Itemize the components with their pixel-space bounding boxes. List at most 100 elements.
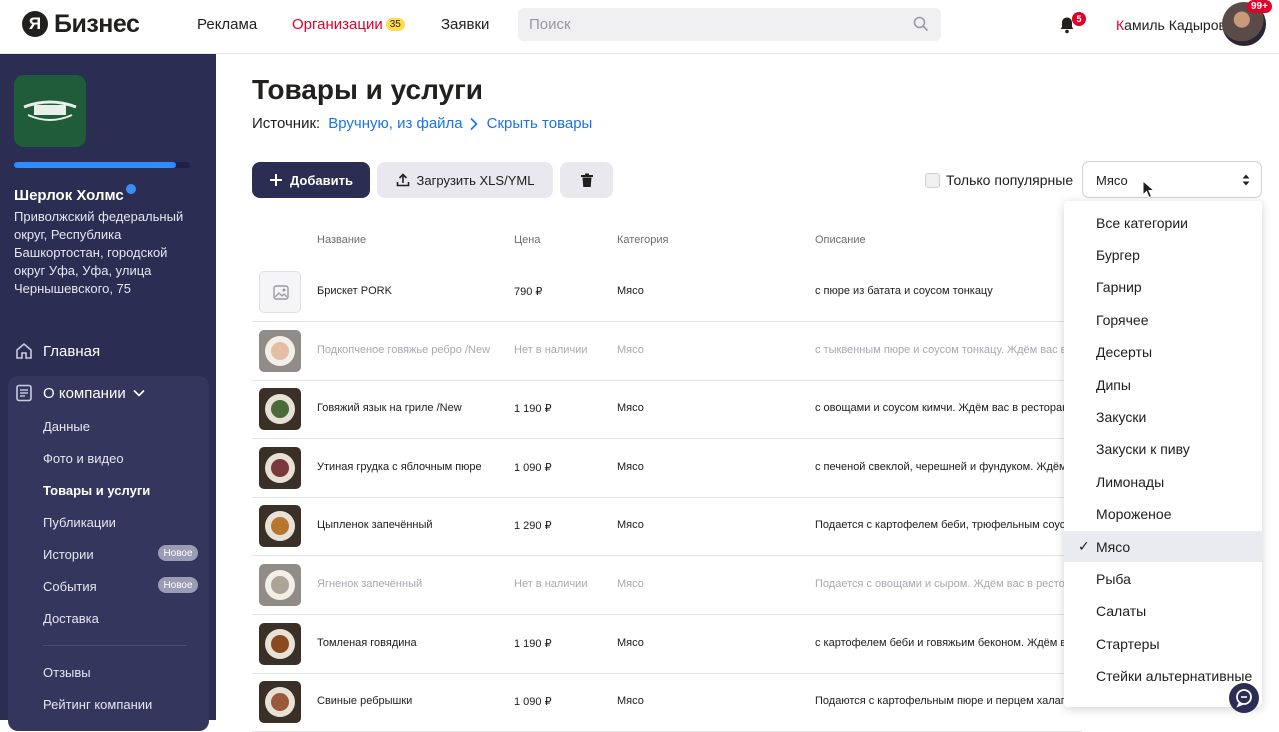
source-link[interactable]: Вручную, из файла (328, 115, 462, 132)
search-placeholder: Поиск (529, 16, 571, 33)
product-thumbnail[interactable] (259, 329, 301, 372)
dropdown-option[interactable]: Мороженое (1064, 499, 1262, 530)
dropdown-option[interactable]: Лимонады (1064, 466, 1262, 497)
table-row[interactable]: Утиная грудка с яблочным пюре 1 090 ₽ Мясо… (252, 439, 1082, 498)
image-placeholder-icon (273, 285, 289, 300)
sidebar-item-goods-services[interactable]: Товары и услуги (43, 483, 150, 498)
sidebar-item-stories[interactable]: Истории (43, 547, 94, 562)
product-thumbnail[interactable] (259, 388, 301, 431)
dropdown-option[interactable]: ✓ Мясо (1064, 531, 1262, 562)
search-input[interactable]: Поиск (518, 8, 941, 41)
product-name: Свиные ребрышки (317, 695, 413, 708)
dish-photo-icon (259, 564, 301, 606)
popular-only-checkbox[interactable] (925, 172, 940, 188)
product-thumbnail[interactable] (259, 446, 301, 489)
popular-only-toggle[interactable]: Только популярные (925, 172, 1073, 188)
column-header-description[interactable]: Описание (815, 234, 866, 246)
sidebar-item-data[interactable]: Данные (43, 419, 90, 434)
hide-goods-link[interactable]: Скрыть товары (487, 115, 593, 132)
organization-name[interactable]: Шерлок Холмс (14, 184, 136, 204)
delete-button[interactable] (560, 162, 613, 198)
nav-organizations[interactable]: Организации 35 (292, 16, 405, 33)
table-row[interactable]: Томленая говядина 1 190 ₽ Мясо с картофелем… (252, 615, 1082, 674)
dropdown-option[interactable]: Гарнир (1064, 272, 1262, 303)
dropdown-option[interactable]: Рыба (1064, 563, 1262, 594)
dropdown-option[interactable]: Стартеры (1064, 628, 1262, 659)
trash-icon (580, 173, 593, 187)
user-name[interactable]: Камиль Кадыров (1116, 17, 1226, 33)
dropdown-option-label: Все категории (1096, 214, 1188, 231)
dropdown-option-label: Рыба (1096, 570, 1131, 587)
product-category: Мясо (617, 695, 644, 708)
table-row[interactable]: Подкопченое говяжье ребро /New Нет в нали… (252, 322, 1082, 381)
dropdown-option-label: Горячее (1096, 311, 1149, 328)
dropdown-option-label: Закуски к пиву (1096, 441, 1190, 458)
dropdown-option[interactable]: Бургер (1064, 239, 1262, 270)
product-price: Нет в наличии (514, 343, 588, 356)
table-row[interactable]: Брискет PORK 790 ₽ Мясо с пюре из батата и … (252, 263, 1082, 322)
dropdown-option[interactable]: Закуски к пиву (1064, 434, 1262, 465)
avatar-badge: 99+ (1247, 0, 1272, 13)
yandex-business-logo[interactable]: Я Бизнес (22, 9, 140, 38)
dropdown-option[interactable]: Салаты (1064, 596, 1262, 627)
sidebar-item-rating[interactable]: Рейтинг компании (43, 697, 152, 712)
dropdown-option[interactable]: Дипы (1064, 369, 1262, 400)
product-thumbnail[interactable] (259, 271, 301, 313)
table-row[interactable]: Говяжий язык на гриле /New 1 190 ₽ Мясо с о… (252, 380, 1082, 440)
product-price: 1 090 ₽ (514, 696, 552, 709)
sidebar-item-about[interactable]: О компании (14, 383, 155, 403)
mouse-cursor-icon (1142, 180, 1156, 199)
dish-photo-icon (259, 681, 301, 724)
column-header-category[interactable]: Категория (617, 234, 668, 246)
category-select-value: Мясо (1096, 173, 1128, 188)
table-row[interactable]: Цыпленок запечённый 1 290 ₽ Мясо Подается с… (252, 497, 1082, 557)
product-category: Мясо (617, 343, 644, 356)
sidebar-item-photo-video[interactable]: Фото и видео (43, 451, 124, 466)
sidebar-item-main-label: Главная (43, 342, 101, 360)
table-row[interactable]: Свиные ребрышки 1 090 ₽ Мясо Подаются с кар… (252, 673, 1082, 732)
organization-address: Приволжский федеральный округ, Республик… (14, 209, 184, 296)
sidebar: Шерлок Холмс Приволжский федеральный окр… (0, 54, 216, 731)
dropdown-option[interactable]: Все категории (1064, 207, 1262, 238)
dropdown-option[interactable]: Десерты (1064, 337, 1262, 368)
product-thumbnail[interactable] (259, 681, 301, 724)
dropdown-option-label: Бургер (1096, 246, 1140, 263)
pub-logo-icon (14, 75, 86, 147)
notifications-badge: 5 (1072, 12, 1086, 26)
dish-photo-icon (259, 505, 301, 548)
source-line: Источник: Вручную, из файла Скрыть товар… (252, 115, 592, 132)
sidebar-item-publications[interactable]: Публикации (43, 515, 116, 530)
product-thumbnail[interactable] (259, 622, 301, 665)
category-select[interactable]: Мясо (1082, 161, 1262, 198)
column-header-name[interactable]: Название (317, 234, 366, 246)
table-row[interactable]: Ягненок запечённый Нет в наличии Мясо Подае… (252, 556, 1082, 615)
events-new-badge: Новое (158, 577, 198, 593)
product-price: 1 090 ₽ (514, 461, 552, 474)
upload-button[interactable]: Загрузить XLS/YML (377, 162, 553, 198)
chat-button[interactable] (1229, 683, 1259, 713)
product-category: Мясо (617, 285, 644, 297)
sidebar-item-reviews[interactable]: Отзывы (43, 665, 91, 680)
organization-logo[interactable] (14, 75, 86, 147)
sidebar-item-delivery[interactable]: Доставка (43, 611, 99, 626)
nav-ads[interactable]: Реклама (197, 16, 257, 33)
dropdown-option-label: Стартеры (1096, 635, 1160, 652)
add-button[interactable]: Добавить (252, 162, 370, 198)
document-icon (16, 384, 32, 402)
add-button-label: Добавить (290, 172, 353, 188)
dropdown-option-label: Дипы (1096, 376, 1131, 393)
search-icon[interactable] (913, 16, 929, 32)
product-thumbnail[interactable] (259, 564, 301, 606)
profile-progress-fill (14, 162, 176, 168)
product-name: Утиная грудка с яблочным пюре (317, 460, 482, 473)
product-description: с печеной свеклой, черешней и фундуком. … (815, 460, 1067, 473)
product-category: Мясо (617, 578, 644, 590)
column-header-price[interactable]: Цена (514, 234, 540, 246)
logo-text: Бизнес (54, 9, 140, 38)
sidebar-item-main[interactable]: Главная (14, 341, 100, 361)
dropdown-option[interactable]: Закуски (1064, 401, 1262, 432)
nav-requests[interactable]: Заявки (441, 16, 489, 33)
sidebar-item-events[interactable]: События (43, 579, 97, 594)
product-thumbnail[interactable] (259, 505, 301, 548)
dropdown-option[interactable]: Горячее (1064, 304, 1262, 335)
